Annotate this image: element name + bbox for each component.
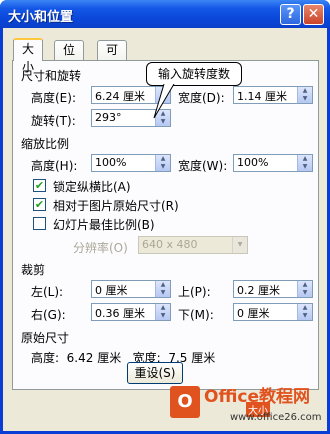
height-label: 高度(E): [31, 91, 76, 105]
arrow-up-icon[interactable]: ▲ [156, 155, 170, 163]
lock-ratio-checkbox[interactable]: ✔ [33, 179, 46, 192]
section-scale: 缩放比例 [21, 137, 70, 151]
crop-right-label: 右(G): [31, 308, 66, 322]
arrow-up-icon[interactable]: ▲ [298, 155, 312, 163]
scale-height-label: 高度(H): [31, 159, 78, 173]
slideshow-best-label[interactable]: 幻灯片最佳比例(B) [53, 216, 155, 233]
relative-original-checkbox[interactable]: ✔ [33, 198, 46, 211]
width-value: 1.14 厘米 [237, 90, 287, 103]
resolution-dropdown-arrow: ▼ [232, 237, 247, 253]
crop-right-value: 0.36 厘米 [95, 307, 145, 320]
scale-height-arrows[interactable]: ▲ ▼ [155, 155, 170, 171]
dialog-title: 大小和位置 [8, 10, 74, 25]
arrow-down-icon[interactable]: ▼ [156, 163, 170, 171]
crop-top-stepper[interactable]: 0.2 厘米 ▲ ▼ [233, 280, 313, 298]
lock-ratio-label[interactable]: 锁定纵横比(A) [53, 178, 131, 195]
close-button[interactable]: ✕ [303, 4, 324, 25]
crop-bottom-value: 0 厘米 [237, 307, 270, 320]
arrow-down-icon[interactable]: ▼ [298, 95, 312, 103]
arrow-down-icon[interactable]: ▼ [156, 312, 170, 320]
scale-height-value: 100% [95, 156, 127, 169]
crop-bottom-label: 下(M): [178, 308, 214, 322]
arrow-down-icon[interactable]: ▼ [156, 289, 170, 297]
crop-top-label: 上(P): [178, 285, 211, 299]
arrow-up-icon[interactable]: ▲ [298, 281, 312, 289]
arrow-up-icon[interactable]: ▲ [156, 304, 170, 312]
resolution-dropdown: 640 x 480 ▼ [138, 236, 248, 254]
arrow-down-icon[interactable]: ▼ [298, 312, 312, 320]
crop-left-value: 0 厘米 [95, 284, 128, 297]
crop-left-stepper[interactable]: 0 厘米 ▲ ▼ [91, 280, 171, 298]
scale-height-stepper[interactable]: 100% ▲ ▼ [91, 154, 171, 172]
scale-width-label: 宽度(W): [178, 159, 228, 173]
callout-pointer [153, 84, 175, 119]
arrow-up-icon[interactable]: ▲ [298, 304, 312, 312]
office-logo-icon: O [170, 386, 200, 418]
width-stepper[interactable]: 1.14 厘米 ▲ ▼ [233, 86, 313, 104]
help-button[interactable]: ? [280, 4, 301, 25]
rotate-value: 293° [95, 111, 122, 124]
watermark-url: www.office26.com [230, 412, 322, 423]
scale-width-stepper[interactable]: 100% ▲ ▼ [233, 154, 313, 172]
arrow-down-icon[interactable]: ▼ [298, 163, 312, 171]
crop-left-label: 左(L): [31, 285, 64, 299]
crop-right-arrows[interactable]: ▲ ▼ [155, 304, 170, 320]
resolution-label: 分辨率(O) [73, 241, 128, 255]
width-label: 宽度(D): [178, 91, 225, 105]
scale-width-arrows[interactable]: ▲ ▼ [297, 155, 312, 171]
crop-right-stepper[interactable]: 0.36 厘米 ▲ ▼ [91, 303, 171, 321]
crop-top-value: 0.2 厘米 [237, 284, 280, 297]
title-bar[interactable]: 大小和位置 ? ✕ [0, 0, 330, 28]
chevron-down-icon: ▼ [237, 241, 243, 248]
tab-size[interactable]: 大小 [13, 38, 44, 74]
section-crop: 裁剪 [21, 263, 46, 277]
arrow-up-icon[interactable]: ▲ [298, 87, 312, 95]
tab-alt-text[interactable]: 可选文字 [97, 40, 128, 111]
rotation-callout: 输入旋转度数 [146, 62, 242, 86]
crop-bottom-stepper[interactable]: 0 厘米 ▲ ▼ [233, 303, 313, 321]
dialog-window: 大小和位置 ? ✕ 大小 位置 可选文字 尺寸和旋转 高度(E): 6.24 厘… [0, 0, 330, 434]
section-original-size: 原始尺寸 [21, 331, 70, 345]
scale-width-value: 100% [237, 156, 269, 169]
height-value: 6.24 厘米 [95, 90, 145, 103]
site-watermark: O Office教程网 大小 www.office26.com [170, 380, 330, 434]
crop-left-arrows[interactable]: ▲ ▼ [155, 281, 170, 297]
tab-position[interactable]: 位置 [54, 40, 85, 75]
arrow-up-icon[interactable]: ▲ [156, 281, 170, 289]
resolution-value: 640 x 480 [142, 238, 198, 251]
crop-top-arrows[interactable]: ▲ ▼ [297, 281, 312, 297]
rotate-label: 旋转(T): [31, 114, 76, 128]
arrow-down-icon[interactable]: ▼ [298, 289, 312, 297]
width-stepper-arrows[interactable]: ▲ ▼ [297, 87, 312, 103]
slideshow-best-checkbox[interactable] [33, 217, 46, 230]
relative-original-label[interactable]: 相对于图片原始尺寸(R) [53, 197, 179, 214]
crop-bottom-arrows[interactable]: ▲ ▼ [297, 304, 312, 320]
original-size-text: 高度: 6.42 厘米 宽度: 7.5 厘米 [31, 351, 216, 365]
